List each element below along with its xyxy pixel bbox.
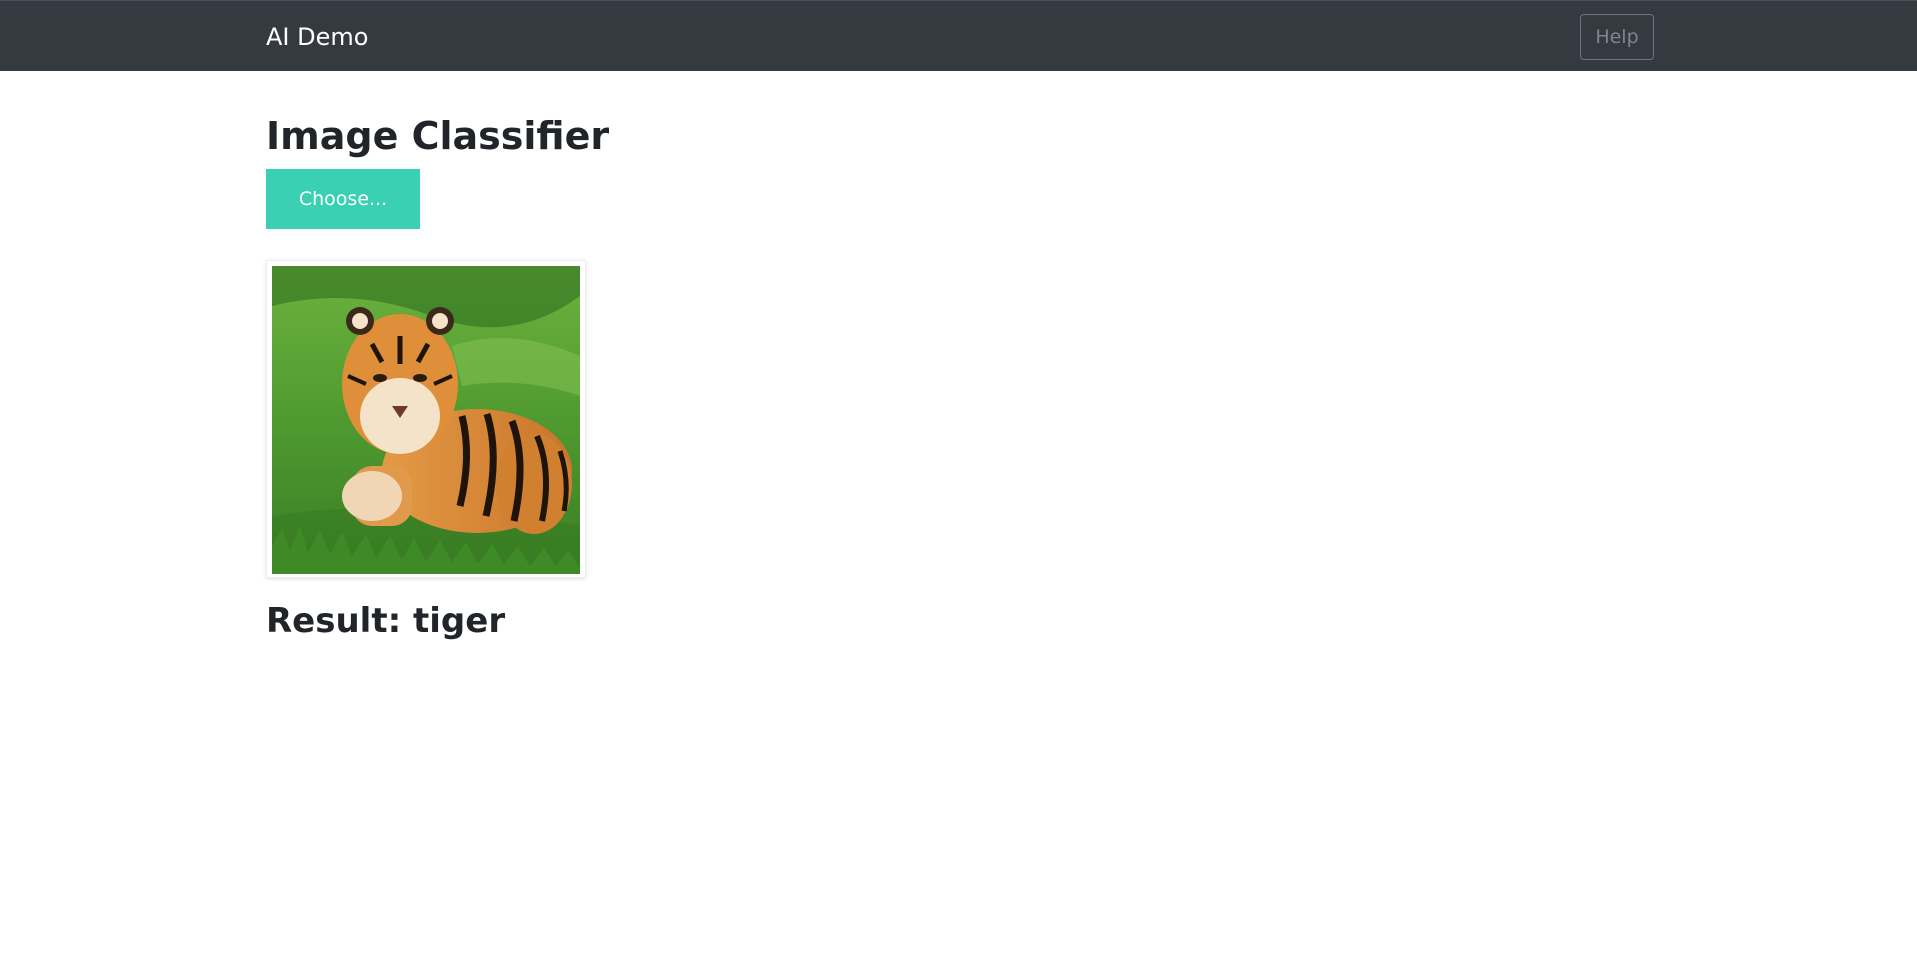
top-navbar: AI Demo Help — [0, 0, 1917, 71]
choose-file-button[interactable]: Choose... — [266, 169, 420, 229]
image-preview-frame — [266, 260, 586, 578]
help-button[interactable]: Help — [1580, 14, 1654, 60]
tiger-image — [272, 266, 580, 574]
brand-link[interactable]: AI Demo — [266, 23, 368, 51]
classification-result: Result: tiger — [266, 601, 506, 641]
page-title: Image Classifier — [266, 114, 610, 158]
